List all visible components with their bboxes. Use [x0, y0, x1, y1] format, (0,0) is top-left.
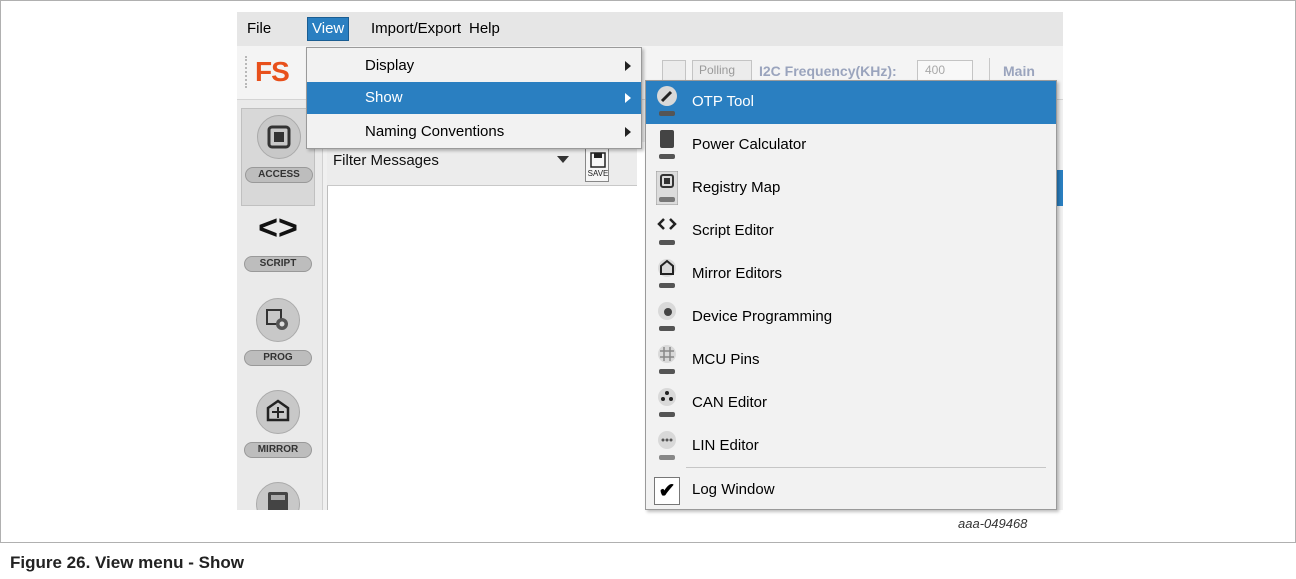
i2c-frequency-label: I2C Frequency(KHz): [759, 63, 897, 79]
menu-item-label: Naming Conventions [365, 123, 505, 140]
sidebar-item-access[interactable]: ACCESS [241, 108, 315, 206]
save-label: SAVE [587, 169, 609, 178]
submenu-item-label: Mirror Editors [692, 265, 783, 282]
submenu-item-label: LIN Editor [692, 437, 759, 454]
caption-bar: Figure 26. View menu - Show [0, 542, 1296, 579]
i2c-frequency-value: 400 [925, 63, 946, 77]
sidebar-item-label: PROG [244, 350, 312, 366]
code-brackets-icon: <> [258, 208, 298, 247]
sidebar-item-prog[interactable]: PROG [241, 292, 315, 390]
view-menu-dropdown: Display Show Naming Conventions [306, 47, 642, 149]
submenu-item-device-programming[interactable]: Device Programming [646, 296, 1056, 339]
menu-item-label: Display [365, 57, 415, 74]
submenu-item-label: Log Window [692, 481, 775, 498]
submenu-item-label: Power Calculator [692, 136, 807, 153]
submenu-item-mcu-pins[interactable]: MCU Pins [646, 339, 1056, 382]
can-editor-icon [658, 388, 676, 417]
menu-item-show[interactable]: Show [307, 82, 641, 114]
sidebar-item-calculator[interactable] [241, 476, 315, 510]
submenu-item-label: CAN Editor [692, 394, 768, 411]
menu-help[interactable]: Help [465, 17, 504, 41]
submenu-item-mirror-editors[interactable]: Mirror Editors [646, 253, 1056, 296]
sidebar-item-script[interactable]: <> SCRIPT [241, 200, 315, 298]
menu-item-label: Show [365, 89, 403, 106]
menu-bar: File View Import/Export Help [237, 12, 1063, 46]
submenu-item-label: MCU Pins [692, 351, 760, 368]
sidebar: ACCESS <> SCRIPT PROG MIRROR [237, 100, 323, 510]
mirror-icon [256, 390, 300, 434]
submenu-item-label: Device Programming [692, 308, 833, 325]
polling-label: Polling [699, 63, 736, 77]
device-programming-icon [658, 302, 676, 331]
sidebar-item-label: SCRIPT [244, 256, 312, 272]
checkmark-icon: ✔ [654, 477, 680, 505]
script-editor-icon [657, 218, 677, 245]
sidebar-item-label: ACCESS [245, 167, 313, 183]
submenu-item-label: OTP Tool [692, 93, 754, 110]
submenu-separator [686, 467, 1046, 468]
chevron-right-icon [625, 61, 631, 71]
power-calculator-icon [659, 130, 675, 159]
access-chip-icon [257, 115, 301, 159]
submenu-item-lin-editor[interactable]: LIN Editor [646, 425, 1056, 468]
programming-gear-icon [256, 298, 300, 342]
chevron-down-icon[interactable] [557, 156, 569, 163]
mirror-editors-icon [658, 259, 676, 288]
menu-item-naming-conventions[interactable]: Naming Conventions [307, 116, 641, 148]
submenu-item-registry-map[interactable]: Registry Map [646, 167, 1056, 210]
submenu-item-label: Registry Map [692, 179, 781, 196]
main-label: Main [1003, 63, 1035, 79]
menu-item-display[interactable]: Display [307, 50, 641, 82]
app-logo: FS [255, 56, 290, 87]
filter-messages-label[interactable]: Filter Messages [333, 152, 439, 169]
calculator-icon [256, 482, 300, 510]
submenu-item-can-editor[interactable]: CAN Editor [646, 382, 1056, 425]
menu-view[interactable]: View [307, 17, 350, 41]
toolbar-grip[interactable] [245, 56, 249, 88]
figure-caption: Figure 26. View menu - Show [10, 553, 244, 572]
show-submenu: OTP Tool Power Calculator Registry Map S… [645, 80, 1057, 510]
save-icon [590, 152, 606, 168]
lin-editor-icon [658, 431, 676, 460]
figure-id: aaa-049468 [958, 516, 1028, 531]
submenu-item-power-calculator[interactable]: Power Calculator [646, 124, 1056, 167]
otp-tool-icon [657, 86, 677, 116]
chevron-right-icon [625, 93, 631, 103]
registry-map-icon [656, 171, 678, 205]
submenu-item-script-editor[interactable]: Script Editor [646, 210, 1056, 253]
menu-file[interactable]: File [243, 17, 275, 41]
log-filter-bar: Filter Messages SAVE [327, 144, 637, 186]
mcu-pins-icon [658, 345, 676, 374]
submenu-item-otp-tool[interactable]: OTP Tool [646, 81, 1056, 124]
menu-import-export[interactable]: Import/Export [367, 17, 465, 41]
submenu-item-label: Script Editor [692, 222, 774, 239]
sidebar-item-label: MIRROR [244, 442, 312, 458]
submenu-item-log-window[interactable]: ✔ Log Window [646, 469, 1056, 512]
sidebar-item-mirror[interactable]: MIRROR [241, 384, 315, 482]
save-button[interactable]: SAVE [585, 148, 609, 182]
chevron-right-icon [625, 127, 631, 137]
